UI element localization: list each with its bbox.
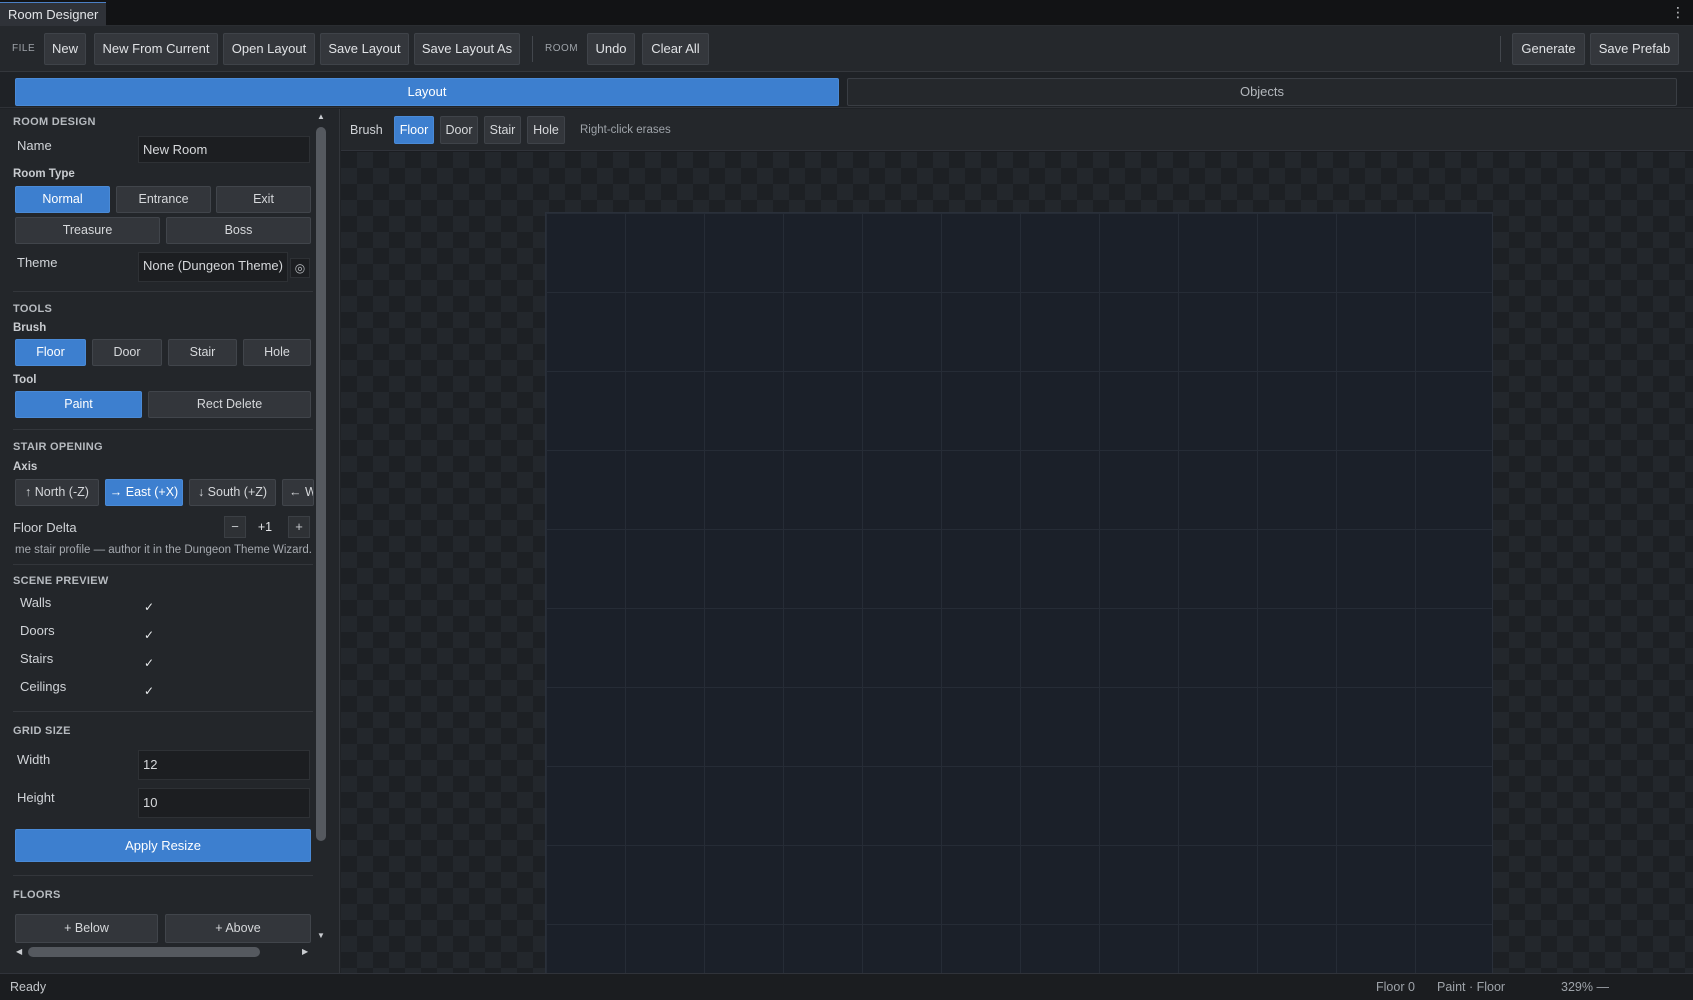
room-design-heading: ROOM DESIGN xyxy=(13,116,96,128)
save-prefab-button[interactable]: Save Prefab xyxy=(1590,33,1679,65)
height-label: Height xyxy=(17,790,55,805)
toolbar-separator xyxy=(532,36,533,62)
scroll-right-arrow-icon[interactable]: ▶ xyxy=(302,947,308,956)
new-button[interactable]: New xyxy=(44,33,86,65)
brush-floor-button[interactable]: Floor xyxy=(15,339,86,366)
room-type-label: Room Type xyxy=(13,168,75,180)
brush-door-button[interactable]: Door xyxy=(92,339,162,366)
save-layout-as-button[interactable]: Save Layout As xyxy=(414,33,520,65)
stair-profile-hint: me stair profile — author it in the Dung… xyxy=(14,544,312,556)
tool-label: Tool xyxy=(13,374,37,386)
scroll-left-arrow-icon[interactable]: ◀ xyxy=(16,947,22,956)
ceilings-label: Ceilings xyxy=(20,679,67,694)
brush-label: Brush xyxy=(13,322,47,334)
theme-field[interactable]: None (Dungeon Theme) xyxy=(138,252,288,282)
room-section-label: ROOM xyxy=(545,43,579,54)
room-type-entrance-button[interactable]: Entrance xyxy=(116,186,211,213)
brush-stair-button[interactable]: Stair xyxy=(168,339,237,366)
tool-rect-delete-button[interactable]: Rect Delete xyxy=(148,391,311,418)
sidebar-hscroll-thumb[interactable] xyxy=(28,947,260,957)
room-name-field[interactable]: New Room xyxy=(138,136,310,163)
inspector-sidebar: ROOM DESIGN Name New Room Room Type Norm… xyxy=(0,109,340,973)
room-type-exit-button[interactable]: Exit xyxy=(216,186,311,213)
ceilings-checkbox[interactable]: ✓ xyxy=(142,684,156,698)
status-zoom: 329% — xyxy=(1561,980,1609,994)
apply-resize-button[interactable]: Apply Resize xyxy=(15,829,311,862)
axis-west-button[interactable]: ← W xyxy=(282,479,314,506)
status-text: Ready xyxy=(10,980,47,994)
scroll-down-arrow-icon[interactable]: ▼ xyxy=(317,931,325,940)
clear-all-button[interactable]: Clear All xyxy=(642,33,709,65)
stair-opening-heading: STAIR OPENING xyxy=(13,441,103,453)
room-type-boss-button[interactable]: Boss xyxy=(166,217,311,244)
scene-preview-heading: SCENE PREVIEW xyxy=(13,575,109,587)
generate-button[interactable]: Generate xyxy=(1512,33,1585,65)
axis-east-button[interactable]: → East (+X) xyxy=(105,479,183,506)
undo-button[interactable]: Undo xyxy=(587,33,635,65)
name-label: Name xyxy=(17,138,52,153)
open-layout-button[interactable]: Open Layout xyxy=(223,33,315,65)
target-icon[interactable]: ◎ xyxy=(290,258,310,278)
walls-checkbox[interactable]: ✓ xyxy=(142,600,156,614)
window-title-tab[interactable]: Room Designer xyxy=(0,2,107,26)
tools-heading: TOOLS xyxy=(13,303,53,315)
axis-label: Axis xyxy=(13,461,38,473)
stairs-label: Stairs xyxy=(20,651,54,666)
doors-label: Doors xyxy=(20,623,55,638)
new-from-current-button[interactable]: New From Current xyxy=(94,33,218,65)
grid-width-field[interactable]: 12 xyxy=(138,750,310,780)
add-floor-below-button[interactable]: + Below xyxy=(15,914,158,943)
title-bar: Room Designer ⋮ xyxy=(0,0,1693,26)
canvas-brush-hole-button[interactable]: Hole xyxy=(527,116,565,144)
canvas-brush-floor-button[interactable]: Floor xyxy=(394,116,434,144)
scroll-up-arrow-icon[interactable]: ▲ xyxy=(317,112,325,121)
stairs-checkbox[interactable]: ✓ xyxy=(142,656,156,670)
status-bar: Ready Floor 0 Paint · Floor 329% — xyxy=(0,973,1693,1000)
section-divider xyxy=(13,429,313,430)
main-toolbar: FILE New New From Current Open Layout Sa… xyxy=(0,26,1693,72)
room-grid[interactable] xyxy=(545,212,1493,1000)
floor-delta-increment-button[interactable]: + xyxy=(288,516,310,538)
tab-objects[interactable]: Objects xyxy=(847,78,1677,106)
brush-bar: Brush Floor Door Stair Hole Right-click … xyxy=(341,109,1693,151)
sidebar-scroll-thumb[interactable] xyxy=(316,127,326,841)
walls-label: Walls xyxy=(20,595,52,610)
theme-label: Theme xyxy=(17,255,58,270)
canvas-background[interactable] xyxy=(341,152,1693,1000)
grid-size-heading: GRID SIZE xyxy=(13,725,71,737)
add-floor-above-button[interactable]: + Above xyxy=(165,914,311,943)
doors-checkbox[interactable]: ✓ xyxy=(142,628,156,642)
save-layout-button[interactable]: Save Layout xyxy=(320,33,409,65)
floor-delta-value[interactable]: +1 xyxy=(252,520,278,534)
right-click-hint: Right-click erases xyxy=(580,124,671,136)
canvas-brush-door-button[interactable]: Door xyxy=(440,116,478,144)
status-mode: Paint · Floor xyxy=(1437,980,1506,994)
room-type-treasure-button[interactable]: Treasure xyxy=(15,217,160,244)
axis-north-button[interactable]: ↑ North (-Z) xyxy=(15,479,99,506)
floors-heading: FLOORS xyxy=(13,889,61,901)
toolbar-separator xyxy=(1500,36,1501,62)
tab-layout[interactable]: Layout xyxy=(15,78,839,106)
room-type-normal-button[interactable]: Normal xyxy=(15,186,110,213)
brush-hole-button[interactable]: Hole xyxy=(243,339,311,366)
brush-bar-label: Brush xyxy=(350,123,383,137)
layout-canvas-area: Brush Floor Door Stair Hole Right-click … xyxy=(341,109,1693,1000)
section-divider xyxy=(13,711,313,712)
status-floor: Floor 0 xyxy=(1376,980,1415,994)
width-label: Width xyxy=(17,752,51,767)
grid-height-field[interactable]: 10 xyxy=(138,788,310,818)
tool-paint-button[interactable]: Paint xyxy=(15,391,142,418)
section-divider xyxy=(13,291,313,292)
kebab-icon[interactable]: ⋮ xyxy=(1671,4,1685,20)
section-divider xyxy=(13,875,313,876)
canvas-brush-stair-button[interactable]: Stair xyxy=(484,116,521,144)
floor-delta-decrement-button[interactable]: − xyxy=(224,516,246,538)
floor-delta-label: Floor Delta xyxy=(13,520,77,535)
mode-tabs: Layout Objects xyxy=(0,72,1693,108)
section-divider xyxy=(13,564,313,565)
file-section-label: FILE xyxy=(12,43,36,54)
axis-south-button[interactable]: ↓ South (+Z) xyxy=(189,479,276,506)
